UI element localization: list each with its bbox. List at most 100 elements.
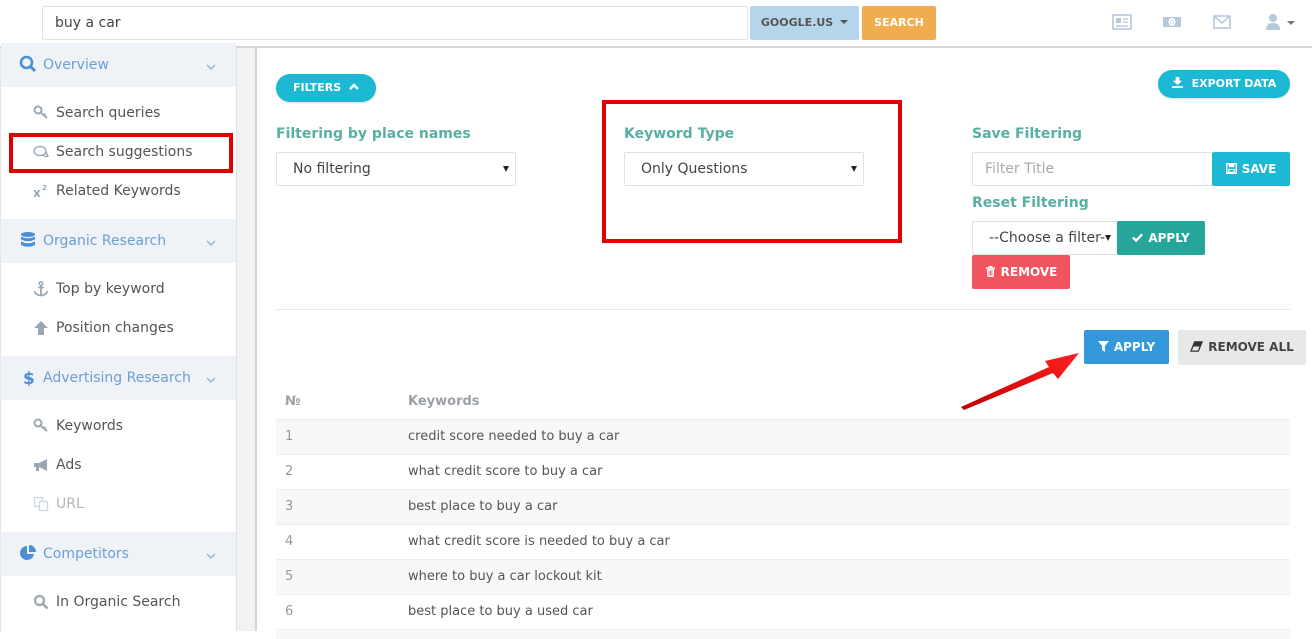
arrow-up-icon [33,320,49,336]
keywords-table: № Keywords 1 credit score needed to buy … [276,384,1290,639]
save-filtering-label: Save Filtering [972,126,1083,142]
caret-down-icon [840,20,849,24]
sidebar-item-label: Keywords [56,418,124,434]
table-row: 4 what credit score is needed to buy a c… [276,524,1290,559]
key-icon [33,418,49,434]
sidebar-item-related-keywords[interactable]: x2 Related Keywords [1,173,236,209]
filters-label: FILTERS [292,81,342,94]
sidebar-item-top-by-keyword[interactable]: Top by keyword [1,271,236,307]
sidebar-item-url[interactable]: URL [1,486,236,522]
filter-title-input[interactable]: Filter Title [972,152,1213,186]
table-row: 2 what credit score to buy a car [276,454,1290,489]
sidebar-item-label: URL [56,496,84,512]
eraser-icon [1190,341,1204,352]
row-keyword: what credit score is needed to buy a car [408,534,670,549]
search-icon [19,55,37,73]
search-button[interactable]: SEARCH [862,6,936,40]
column-header-number[interactable]: № [285,384,301,419]
money-icon[interactable]: 0 [1162,13,1182,31]
chevron-down-icon [206,57,216,70]
chevron-down-icon [206,233,216,246]
remove-all-filters-button[interactable]: REMOVE ALL [1178,330,1306,364]
sidebar-scroll-gutter [236,48,255,631]
copy-icon [33,496,49,512]
svg-text:x: x [33,186,41,199]
apply-label: APPLY [1113,340,1156,354]
search-input[interactable]: buy a car [42,6,748,40]
column-header-keywords[interactable]: Keywords [408,384,480,419]
search-engine-dropdown[interactable]: GOOGLE.US [750,6,859,40]
check-icon [1132,233,1144,243]
place-filter-select[interactable]: No filtering [276,152,516,186]
user-icon[interactable] [1263,13,1283,31]
svg-text:2: 2 [42,184,47,192]
key-icon [33,105,49,121]
table-row: 3 best place to buy a car [276,489,1290,524]
apply-filters-button[interactable]: APPLY [1084,330,1169,364]
save-label: SAVE [1241,162,1277,176]
sidebar-group-label: Organic Research [43,233,167,249]
row-number: 3 [285,499,294,514]
row-keyword: best place to buy a car [408,499,558,514]
filter-icon [1097,341,1109,352]
chevron-down-icon [206,546,216,559]
sidebar-item-label: Related Keywords [56,183,181,199]
remove-label: REMOVE [1000,265,1058,279]
sidebar-item-label: Search queries [56,105,161,121]
row-keyword: credit score needed to buy a car [408,429,620,444]
annotation-highlight-box [602,100,902,243]
save-filter-button[interactable]: SAVE [1212,152,1290,186]
search-icon [33,594,49,610]
table-row: 6 best place to buy a used car [276,594,1290,629]
place-filter-value: No filtering [293,161,371,177]
sidebar-group-label: Competitors [43,546,129,562]
anchor-icon [33,280,49,297]
pie-chart-icon [19,544,37,562]
export-data-label: EXPORT DATA [1191,77,1277,90]
svg-text:$: $ [23,369,35,386]
apply-saved-filter-button[interactable]: APPLY [1117,221,1205,255]
sidebar-item-search-queries[interactable]: Search queries [1,95,236,131]
caret-down-icon [503,166,509,172]
sidebar-group-advertising-research[interactable]: $ Advertising Research [1,356,236,400]
row-number: 1 [285,429,294,444]
sidebar-item-label: Top by keyword [56,281,165,297]
row-number: 4 [285,534,294,549]
row-number: 5 [285,569,294,584]
sidebar-item-ads[interactable]: Ads [1,447,236,483]
table-header: № Keywords [276,384,1290,419]
export-data-button[interactable]: EXPORT DATA [1158,70,1290,98]
sidebar-group-label: Advertising Research [43,370,191,386]
place-filter-label: Filtering by place names [276,126,471,142]
sidebar-group-organic-research[interactable]: Organic Research [1,219,236,263]
row-number: 6 [285,604,294,619]
sidebar-item-label: In Organic Search [56,594,181,610]
saved-filter-select[interactable]: --Choose a filter-- [972,221,1118,255]
sidebar-item-keywords[interactable]: Keywords [1,408,236,444]
newspaper-icon[interactable] [1112,13,1132,31]
caret-down-icon [1105,235,1111,241]
sidebar-item-in-organic-search[interactable]: In Organic Search [1,584,236,620]
svg-text:0: 0 [1170,20,1174,27]
top-bar: buy a car GOOGLE.US SEARCH 0 [0,0,1312,48]
table-row: 1 credit score needed to buy a car [276,419,1290,454]
dollar-icon: $ [19,368,37,389]
sidebar-item-label: Ads [56,457,82,473]
remove-saved-filter-button[interactable]: REMOVE [972,255,1070,289]
floppy-disk-icon [1225,163,1237,174]
sidebar-item-label: Position changes [56,320,174,336]
chevron-down-icon [206,370,216,383]
remove-all-label: REMOVE ALL [1208,340,1294,354]
row-keyword: best place to buy a used car [408,604,593,619]
user-menu-caret-icon[interactable] [1287,21,1295,25]
database-icon [19,231,37,249]
row-keyword: where to buy a car lockout kit [408,569,602,584]
sidebar-group-overview[interactable]: Overview [1,43,236,87]
trash-icon [985,266,995,277]
table-row: 5 where to buy a car lockout kit [276,559,1290,594]
filters-toggle-button[interactable]: FILTERS [276,74,376,102]
envelope-icon[interactable] [1212,13,1232,31]
saved-filter-value: --Choose a filter-- [989,230,1111,246]
sidebar-group-competitors[interactable]: Competitors [1,532,236,576]
sidebar-item-position-changes[interactable]: Position changes [1,310,236,346]
